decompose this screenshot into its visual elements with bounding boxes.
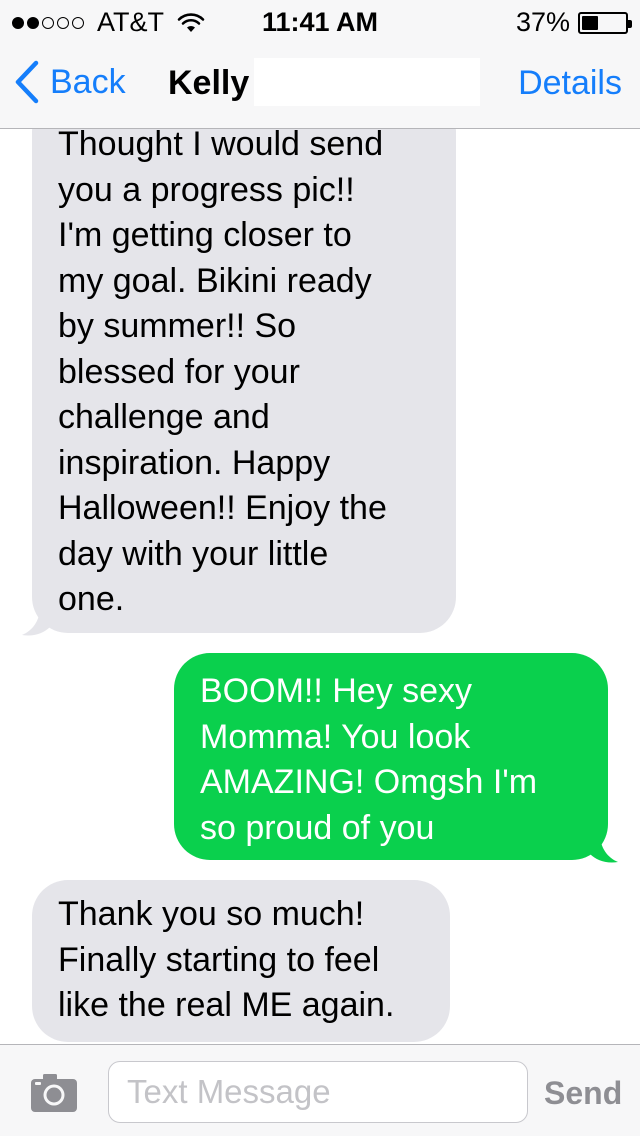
message-text: BOOM!! Hey sexy Momma! You look AMAZING!… bbox=[200, 672, 538, 847]
message-thread[interactable]: Thought I would send you a progress pic!… bbox=[0, 0, 640, 1136]
chevron-left-icon bbox=[15, 60, 39, 104]
battery-nub bbox=[628, 19, 632, 28]
message-text: Thought I would send you a progress pic!… bbox=[58, 125, 387, 618]
status-right: 37% bbox=[515, 7, 632, 38]
bubble-tail-outgoing bbox=[590, 834, 618, 863]
composer-bar: Send bbox=[0, 1044, 640, 1136]
message-bubble-incoming[interactable]: Thank you so much! Finally starting to f… bbox=[32, 880, 450, 1042]
back-button[interactable]: Back bbox=[14, 60, 126, 104]
camera-icon[interactable] bbox=[30, 1073, 78, 1113]
message-bubble-outgoing[interactable]: BOOM!! Hey sexy Momma! You look AMAZING!… bbox=[174, 653, 608, 860]
battery-percent: 37% bbox=[515, 7, 570, 37]
details-button[interactable]: Details bbox=[518, 64, 622, 103]
nav-bar: Back Kelly Details bbox=[0, 40, 640, 128]
navigation-header: AT&T 11:41 AM 37% Back Kelly Details bbox=[0, 0, 640, 129]
bubble-tail-incoming bbox=[22, 607, 50, 636]
message-text: Thank you so much! Finally starting to f… bbox=[58, 895, 395, 1024]
message-bubble-incoming[interactable]: Thought I would send you a progress pic!… bbox=[32, 96, 456, 633]
status-bar: AT&T 11:41 AM 37% bbox=[0, 0, 640, 40]
redacted-name-box bbox=[254, 58, 480, 106]
contact-name: Kelly bbox=[168, 64, 250, 102]
send-button[interactable]: Send bbox=[544, 1075, 622, 1112]
back-label: Back bbox=[50, 62, 126, 101]
message-input[interactable] bbox=[108, 1061, 528, 1123]
battery-icon bbox=[578, 11, 632, 34]
battery-fill bbox=[582, 15, 598, 30]
